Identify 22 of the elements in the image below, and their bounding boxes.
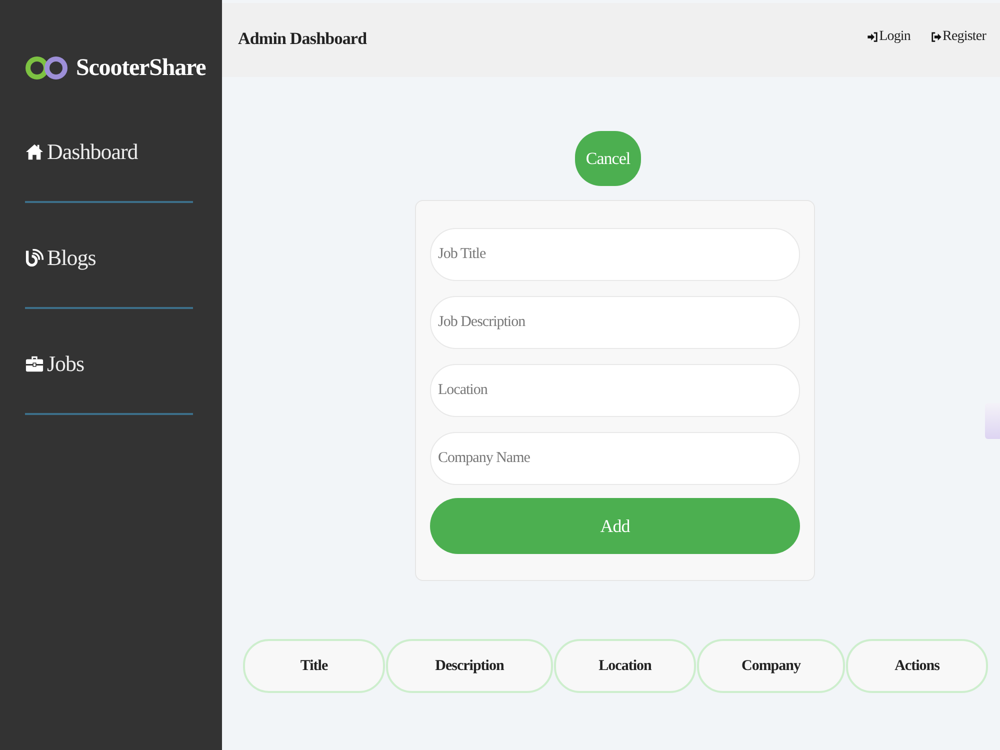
edge-tab[interactable]	[985, 403, 1000, 439]
input-field[interactable]: Location	[430, 364, 800, 417]
nav-link[interactable]: Dashboard	[25, 135, 138, 169]
column-header: Location	[554, 639, 696, 693]
briefcase-icon	[25, 355, 44, 373]
header-link[interactable]: Register	[930, 29, 986, 45]
house-icon	[25, 143, 44, 161]
column-header: Description	[386, 639, 553, 693]
column-header: Title	[243, 639, 385, 693]
page-title: Admin Dashboard	[238, 29, 367, 49]
nav-link[interactable]: Blogs	[25, 241, 96, 275]
blog-icon	[25, 249, 44, 267]
column-header: Actions	[846, 639, 988, 693]
logo-text: ScooterShare	[76, 54, 206, 82]
input-field[interactable]: Job Description	[430, 296, 800, 349]
nav-link[interactable]: Jobs	[25, 347, 84, 381]
header-link[interactable]: Login	[867, 29, 911, 45]
input-field[interactable]: Job Title	[430, 228, 800, 281]
column-header: Company	[697, 639, 845, 693]
input-field[interactable]: Company Name	[430, 432, 800, 485]
sign-in-icon	[867, 31, 878, 43]
sign-out-icon	[930, 31, 942, 43]
